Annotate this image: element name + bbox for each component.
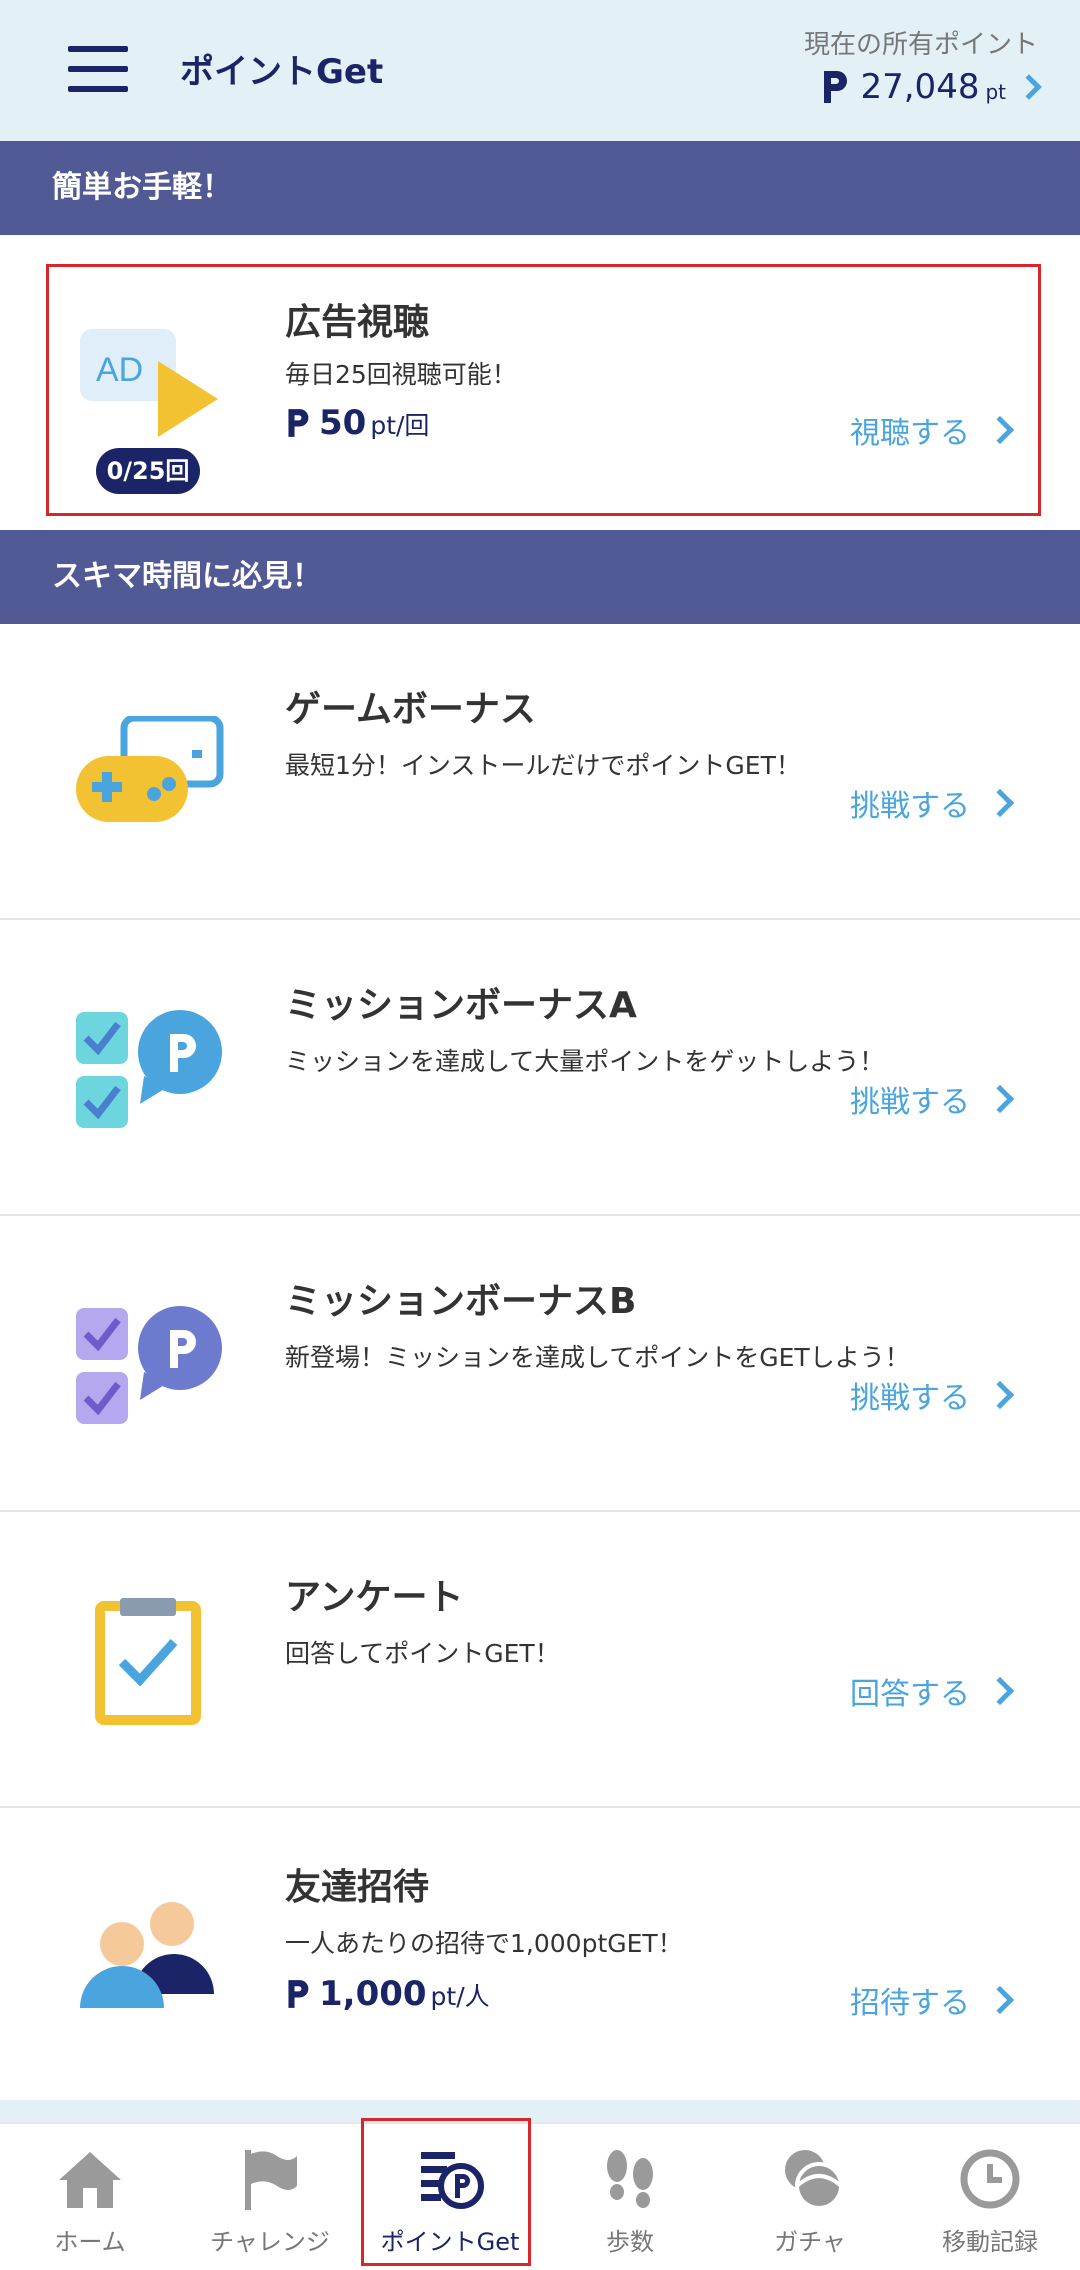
gamepad-icon (76, 716, 224, 822)
mission-a-desc: ミッションを達成して大量ポイントをゲットしよう！ (285, 1047, 885, 1076)
challenge-button[interactable]: 挑戦する (850, 1373, 1015, 1417)
owned-points-value: 27,048 (860, 67, 980, 107)
invite-button-label: 招待する (850, 1986, 970, 2021)
nav-point-get-highlight (361, 2118, 531, 2266)
nav-gacha-label: ガチャ (774, 2228, 846, 2256)
mission-bonus-b-card[interactable]: ミッションボーナスB 新登場！ミッションを達成してポイントをGETしよう！ 挑戦… (0, 1216, 1080, 1512)
invite-points: 1,000 pt/人 (285, 1974, 490, 2014)
gacha-icon (785, 2150, 843, 2210)
invite-points-unit: pt/人 (430, 1982, 490, 2011)
answer-button[interactable]: 回答する (850, 1669, 1015, 1713)
mission-b-icon (76, 1306, 222, 1424)
point-p-icon (824, 71, 848, 103)
nav-home[interactable]: ホーム (0, 2124, 180, 2270)
ad-card-highlight (46, 264, 1041, 516)
page-title: ポイントGet (180, 52, 384, 92)
clock-icon (960, 2149, 1020, 2209)
header: ポイントGet 現在の所有ポイント 27,048 pt (0, 0, 1080, 141)
mission-a-title: ミッションボーナスA (285, 985, 637, 1026)
flag-icon (245, 2150, 297, 2210)
friends-icon (80, 1902, 214, 2008)
challenge-button-label: 挑戦する (850, 1085, 970, 1120)
owned-points-unit: pt (985, 80, 1006, 104)
game-bonus-desc: 最短1分！インストールだけでポイントGET！ (285, 751, 801, 780)
nav-steps-label: 歩数 (606, 2228, 654, 2256)
bottom-nav: ホーム チャレンジ ポイントGet 歩数 ガチャ 移動記録 (0, 2122, 1080, 2270)
clipboard-icon (95, 1598, 201, 1725)
mission-a-icon (76, 1010, 222, 1128)
survey-desc: 回答してポイントGET！ (285, 1639, 560, 1668)
invite-desc: 一人あたりの招待で1,000ptGET！ (285, 1929, 683, 1958)
content-end-strip (0, 2100, 1080, 2122)
answer-button-label: 回答する (850, 1677, 970, 1712)
challenge-button[interactable]: 挑戦する (850, 781, 1015, 825)
survey-card[interactable]: アンケート 回答してポイントGET！ 回答する (0, 1512, 1080, 1808)
survey-title: アンケート (285, 1577, 464, 1618)
challenge-button-label: 挑戦する (850, 1381, 970, 1416)
nav-home-label: ホーム (54, 2228, 126, 2256)
invite-button[interactable]: 招待する (850, 1978, 1015, 2022)
invite-friends-card[interactable]: 友達招待 一人あたりの招待で1,000ptGET！ 1,000 pt/人 招待す… (0, 1808, 1080, 2100)
mission-b-title: ミッションボーナスB (285, 1281, 637, 1322)
chevron-right-icon (985, 1380, 1015, 1410)
challenge-button-label: 挑戦する (850, 789, 970, 824)
menu-icon[interactable] (68, 46, 128, 92)
mission-b-desc: 新登場！ミッションを達成してポイントをGETしよう！ (285, 1343, 910, 1372)
point-p-icon (288, 1980, 309, 2008)
section-easy: 簡単お手軽！ (0, 141, 1080, 235)
nav-gacha[interactable]: ガチャ (720, 2124, 900, 2270)
nav-steps[interactable]: 歩数 (540, 2124, 720, 2270)
chevron-right-icon (985, 788, 1015, 818)
challenge-button[interactable]: 挑戦する (850, 1077, 1015, 1121)
game-bonus-card[interactable]: ゲームボーナス 最短1分！インストールだけでポイントGET！ 挑戦する (0, 624, 1080, 920)
chevron-right-icon (985, 1084, 1015, 1114)
chevron-right-icon (985, 1676, 1015, 1706)
owned-points[interactable]: 現在の所有ポイント 27,048 pt (803, 24, 1042, 107)
chevron-right-icon (1016, 74, 1042, 100)
nav-challenge-label: チャレンジ (210, 2228, 330, 2256)
chevron-right-icon (985, 1985, 1015, 2015)
home-icon (59, 2152, 121, 2208)
invite-title: 友達招待 (285, 1867, 430, 1908)
nav-travel-log[interactable]: 移動記録 (900, 2124, 1080, 2270)
game-bonus-title: ゲームボーナス (285, 689, 536, 730)
section-spare-time: スキマ時間に必見！ (0, 530, 1080, 624)
owned-points-label: 現在の所有ポイント (803, 30, 1038, 60)
footsteps-icon (607, 2150, 653, 2208)
nav-challenge[interactable]: チャレンジ (180, 2124, 360, 2270)
invite-points-value: 1,000 (319, 1974, 427, 2014)
nav-travel-log-label: 移動記録 (942, 2228, 1038, 2256)
mission-bonus-a-card[interactable]: ミッションボーナスA ミッションを達成して大量ポイントをゲットしよう！ 挑戦する (0, 920, 1080, 1216)
